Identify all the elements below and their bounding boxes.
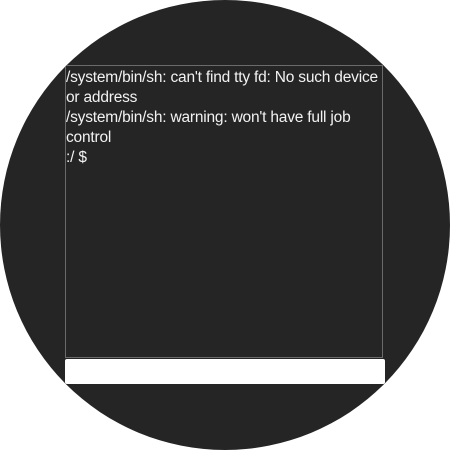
terminal-line: or address bbox=[66, 89, 138, 106]
terminal-line: control bbox=[66, 129, 112, 146]
terminal-output-area[interactable]: /system/bin/sh: can't find tty fd: No su… bbox=[65, 65, 383, 358]
command-input[interactable] bbox=[65, 359, 385, 384]
terminal-line: /system/bin/sh: can't find tty fd: No su… bbox=[66, 69, 378, 86]
watch-screen: /system/bin/sh: can't find tty fd: No su… bbox=[0, 0, 450, 450]
shell-prompt: :/ $ bbox=[66, 149, 87, 166]
terminal-output: /system/bin/sh: can't find tty fd: No su… bbox=[66, 66, 382, 168]
terminal-line: /system/bin/sh: warning: won't have full… bbox=[66, 109, 351, 126]
